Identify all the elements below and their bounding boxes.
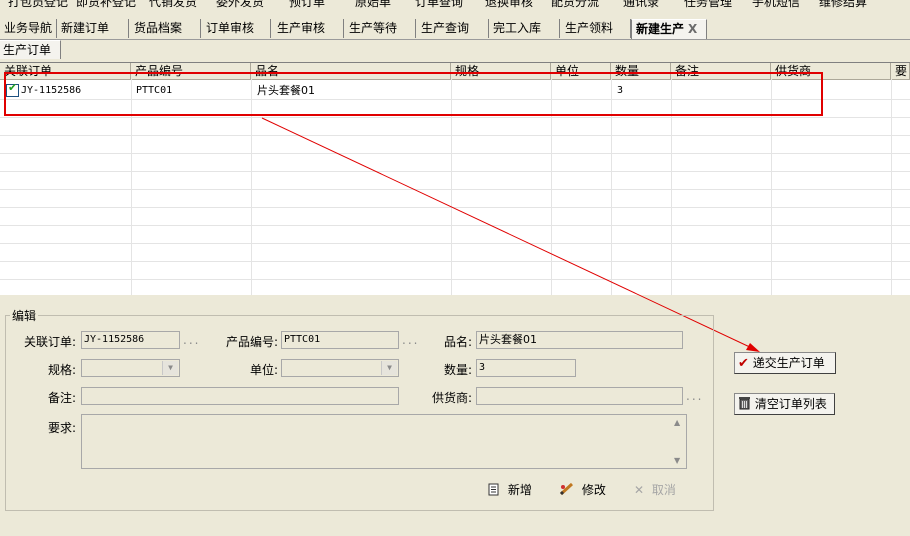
cancel-button[interactable]: ✕ 取消 bbox=[634, 480, 676, 500]
label-code: 产品编号: bbox=[225, 335, 278, 349]
scroll-down-icon[interactable]: ▼ bbox=[674, 456, 680, 465]
label-qty: 数量: bbox=[443, 363, 472, 377]
label-name: 品名: bbox=[443, 335, 472, 349]
textarea-scrollbar[interactable]: ▲ ▼ bbox=[671, 415, 686, 468]
chevron-down-icon[interactable]: ▼ bbox=[162, 361, 178, 375]
modify-button-label: 修改 bbox=[581, 483, 606, 497]
check-icon: ✔ bbox=[738, 356, 749, 371]
scroll-up-icon[interactable]: ▲ bbox=[674, 418, 680, 427]
supplier-lookup-button[interactable]: ... bbox=[686, 389, 703, 403]
name-field[interactable]: 片头套餐01 bbox=[476, 331, 683, 349]
clear-order-list-button[interactable]: 清空订单列表 bbox=[734, 393, 835, 415]
label-note: 备注: bbox=[47, 391, 76, 405]
submit-production-order-button[interactable]: ✔ 递交生产订单 bbox=[734, 352, 836, 374]
new-doc-icon bbox=[488, 483, 499, 496]
supplier-field[interactable] bbox=[476, 387, 683, 405]
spec-select[interactable]: ▼ bbox=[81, 359, 180, 377]
label-unit: 单位: bbox=[249, 363, 278, 377]
code-field[interactable]: PTTC01 bbox=[281, 331, 399, 349]
submit-button-label: 递交生产订单 bbox=[752, 356, 825, 370]
cancel-button-label: 取消 bbox=[651, 483, 676, 497]
chevron-down-icon[interactable]: ▼ bbox=[381, 361, 397, 375]
label-spec: 规格: bbox=[47, 363, 76, 377]
trash-icon bbox=[739, 397, 750, 410]
code-lookup-button[interactable]: ... bbox=[402, 333, 419, 347]
requirement-textarea[interactable]: ▲ ▼ bbox=[81, 414, 687, 469]
new-button-label: 新增 bbox=[507, 483, 532, 497]
label-order: 关联订单: bbox=[23, 335, 76, 349]
order-lookup-button[interactable]: ... bbox=[183, 333, 200, 347]
modify-button[interactable]: 修改 bbox=[559, 480, 606, 500]
edit-group-title: 编辑 bbox=[10, 307, 39, 324]
unit-select[interactable]: ▼ bbox=[281, 359, 399, 377]
clear-button-label: 清空订单列表 bbox=[754, 397, 827, 411]
cancel-x-icon: ✕ bbox=[634, 483, 645, 497]
label-requirement: 要求: bbox=[47, 421, 76, 435]
label-supplier: 供货商: bbox=[431, 391, 472, 405]
order-field[interactable]: JY-1152586 bbox=[81, 331, 180, 349]
edit-pencil-icon bbox=[559, 482, 574, 496]
new-button[interactable]: 新增 bbox=[488, 480, 532, 500]
qty-field[interactable]: 3 bbox=[476, 359, 576, 377]
note-field[interactable] bbox=[81, 387, 399, 405]
